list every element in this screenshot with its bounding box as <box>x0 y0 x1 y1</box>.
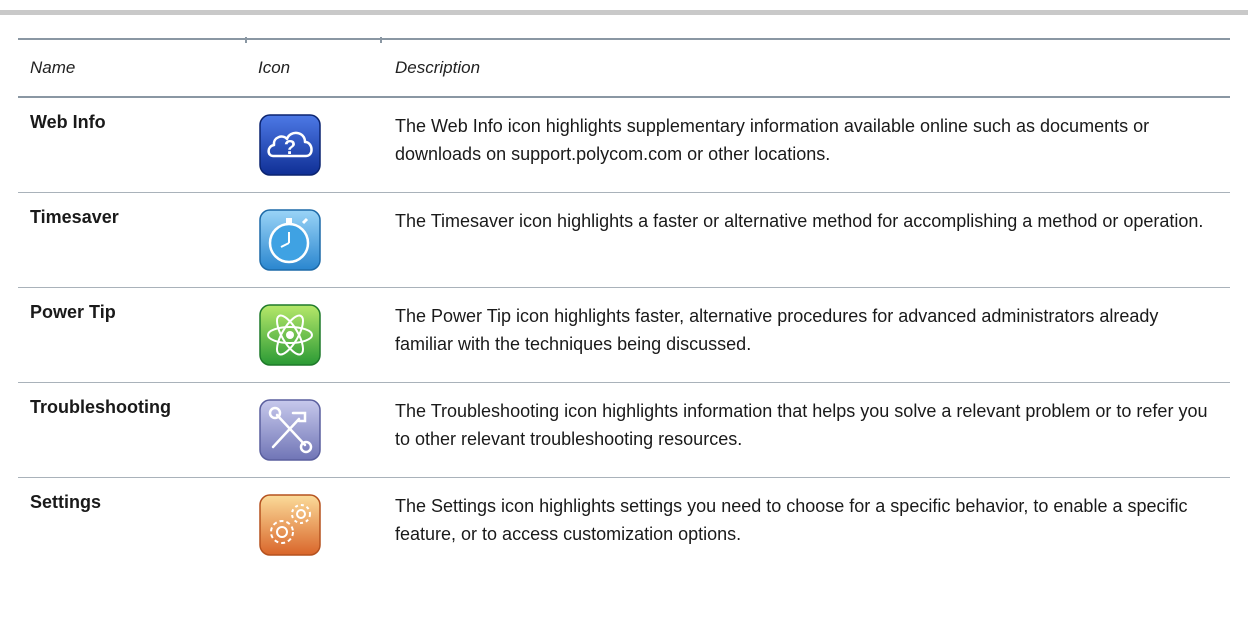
row-name: Settings <box>30 492 102 512</box>
row-description: The Web Info icon highlights supplementa… <box>395 116 1150 164</box>
table-header-row: Name Icon Description <box>18 37 1230 98</box>
web-info-cloud-question-icon: ? <box>259 114 321 176</box>
power-tip-atom-icon <box>259 304 321 366</box>
row-description: The Power Tip icon highlights faster, al… <box>395 306 1159 354</box>
settings-gears-icon <box>259 494 321 556</box>
row-description: The Settings icon highlights settings yo… <box>395 496 1188 544</box>
row-name: Web Info <box>30 112 106 132</box>
row-description: The Troubleshooting icon highlights info… <box>395 401 1208 449</box>
table-row: Power Tip The Power Tip icon highlights … <box>18 288 1230 383</box>
column-divider-tick <box>380 37 382 43</box>
row-name: Troubleshooting <box>30 397 171 417</box>
row-name: Timesaver <box>30 207 119 227</box>
page-top-rule <box>0 10 1248 15</box>
column-divider-tick <box>245 37 247 43</box>
table-row: Web Info ? The Web Info icon highlights … <box>18 98 1230 193</box>
svg-text:?: ? <box>284 137 296 159</box>
table-row: Troubleshooting The Troubleshooting icon… <box>18 383 1230 478</box>
header-description: Description <box>395 58 481 77</box>
row-name: Power Tip <box>30 302 116 322</box>
table-row: Timesaver The Timesaver icon highlights … <box>18 193 1230 288</box>
header-name: Name <box>30 58 76 77</box>
table-row: Settings The Settings icon highlights se… <box>18 478 1230 572</box>
header-icon: Icon <box>258 58 291 77</box>
timesaver-stopwatch-icon <box>259 209 321 271</box>
icon-legend-table: Name Icon Description Web Info ? The Web… <box>18 37 1230 572</box>
troubleshooting-tools-icon <box>259 399 321 461</box>
row-description: The Timesaver icon highlights a faster o… <box>395 211 1204 231</box>
